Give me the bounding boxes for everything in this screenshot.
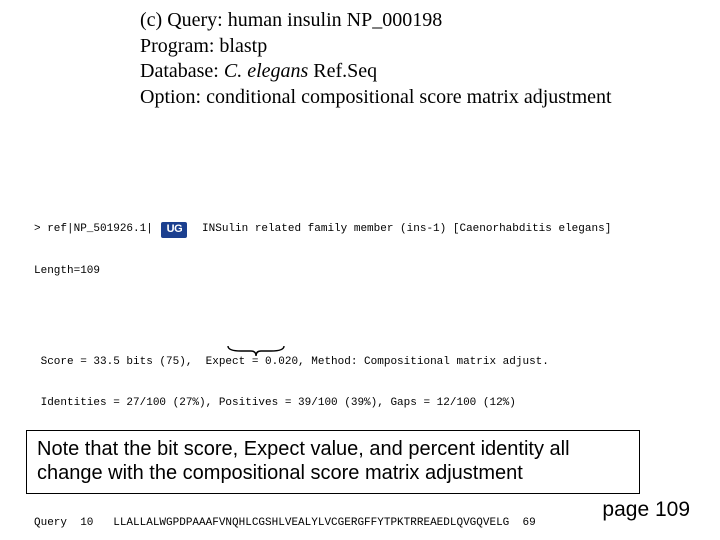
- align1-query: Query 10 LLALLALWGPDPAAAFVNQHLCGSHLVEALY…: [34, 517, 611, 531]
- stats-block: Score = 33.5 bits (75), Expect = 0.020, …: [34, 328, 611, 438]
- db-label: Database:: [140, 60, 224, 82]
- db-suffix: Ref.Seq: [308, 60, 377, 82]
- unigene-icon: UG: [161, 222, 187, 238]
- page-root: (c) Query: human insulin NP_000198 Progr…: [0, 0, 720, 540]
- ref-line: > ref|NP_501926.1| UG INSulin related fa…: [34, 222, 611, 238]
- header-line-query: (c) Query: human insulin NP_000198: [140, 8, 612, 34]
- alignment-block-1: Query 10 LLALLALWGPDPAAAFVNQHLCGSHLVEALY…: [34, 489, 611, 540]
- db-species: C. elegans: [224, 60, 308, 82]
- note-box: Note that the bit score, Expect value, a…: [26, 430, 640, 494]
- note-text: Note that the bit score, Expect value, a…: [37, 438, 570, 484]
- identities-line: Identities = 27/100 (27%), Positives = 3…: [34, 397, 611, 411]
- page-number: page 109: [602, 498, 690, 522]
- brace-icon: [226, 344, 286, 358]
- header-line-program: Program: blastp: [140, 34, 612, 60]
- header-block: (c) Query: human insulin NP_000198 Progr…: [140, 8, 612, 110]
- ref-description: INSulin related family member (ins-1) [C…: [189, 223, 611, 237]
- length-line: Length=109: [34, 265, 611, 279]
- header-line-database: Database: C. elegans Ref.Seq: [140, 59, 612, 85]
- ref-accession: > ref|NP_501926.1|: [34, 223, 159, 237]
- score-line: Score = 33.5 bits (75), Expect = 0.020, …: [34, 356, 611, 370]
- header-line-option: Option: conditional compositional score …: [140, 85, 612, 111]
